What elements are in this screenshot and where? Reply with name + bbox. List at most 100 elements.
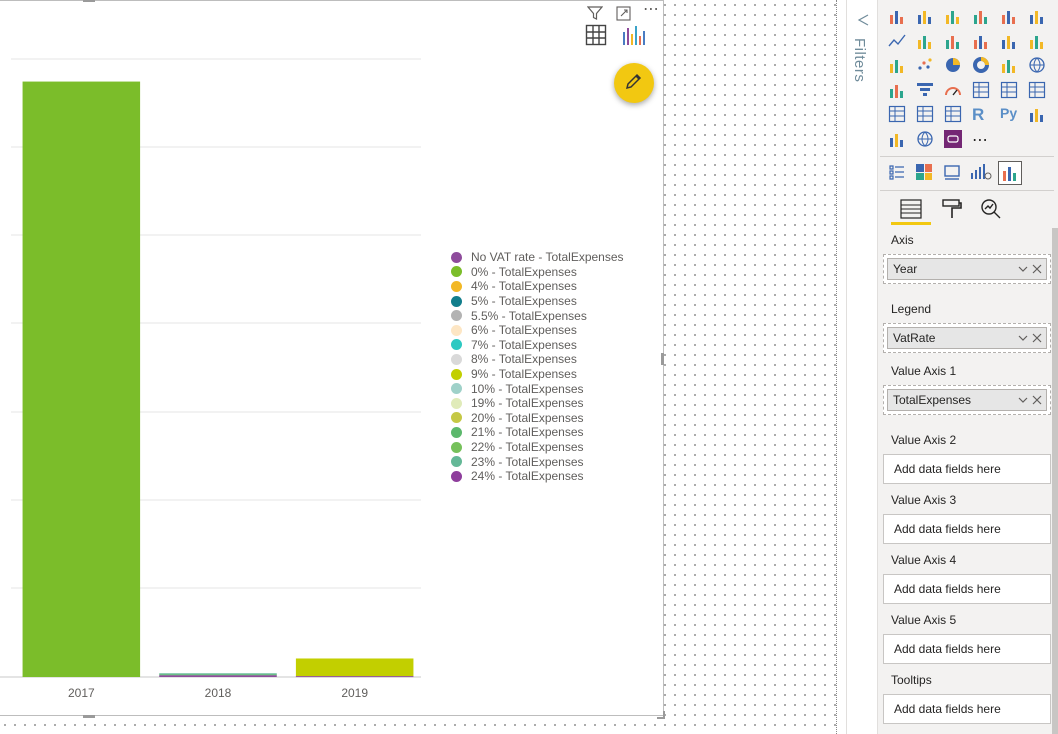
field-pill[interactable]: TotalExpenses: [887, 389, 1047, 411]
line-and-column-chart-icon[interactable]: [972, 32, 990, 50]
legend-item[interactable]: 4% - TotalExpenses: [451, 279, 624, 294]
filter-icon[interactable]: [586, 5, 604, 23]
remove-field-icon[interactable]: [1032, 259, 1042, 285]
pane-scrollbar[interactable]: [1052, 228, 1058, 734]
multi-row-card-icon[interactable]: [1000, 81, 1018, 99]
decomposition-tree-icon[interactable]: [970, 163, 992, 181]
pie-chart-icon[interactable]: [944, 56, 962, 74]
chevron-down-icon[interactable]: [1018, 328, 1028, 356]
more-options-icon[interactable]: ⋯: [643, 2, 659, 18]
bar-segment-2019[interactable]: [295, 658, 414, 677]
field-well[interactable]: Year: [883, 254, 1051, 284]
field-well[interactable]: TotalExpenses: [883, 385, 1051, 415]
analytics-icon[interactable]: [621, 24, 649, 48]
r-script-visual-icon[interactable]: R: [972, 105, 990, 124]
ribbon-chart-icon[interactable]: [1028, 32, 1046, 50]
bar-segment-2018[interactable]: [159, 673, 277, 675]
legend-item[interactable]: 6% - TotalExpenses: [451, 323, 624, 338]
bar-segment-2017[interactable]: [22, 81, 141, 677]
focus-mode-icon[interactable]: [616, 6, 631, 23]
legend-item[interactable]: 19% - TotalExpenses: [451, 396, 624, 411]
stacked-bar-chart-icon[interactable]: [888, 7, 906, 25]
field-well[interactable]: VatRate: [883, 323, 1051, 353]
well-label: Legend: [891, 302, 932, 316]
table-icon[interactable]: [585, 24, 607, 48]
legend-item[interactable]: No VAT rate - TotalExpenses: [451, 250, 624, 265]
slicer-list-icon[interactable]: [888, 163, 906, 181]
field-well[interactable]: Add data fields here: [883, 574, 1051, 604]
resize-handle-top[interactable]: [83, 0, 95, 2]
stacked-area-chart-icon[interactable]: [944, 32, 962, 50]
remove-field-icon[interactable]: [1032, 328, 1042, 354]
donut-chart-icon[interactable]: [972, 56, 990, 74]
clustered-bar-chart-icon[interactable]: [944, 7, 962, 25]
funnel-icon[interactable]: [916, 81, 934, 99]
edit-button[interactable]: [614, 63, 654, 103]
line-and-clustered-column-icon[interactable]: [1000, 32, 1018, 50]
bar-segment-2018[interactable]: [159, 675, 277, 677]
card-icon[interactable]: [972, 81, 990, 99]
arcgis-map-icon[interactable]: [916, 130, 934, 148]
legend-item[interactable]: 20% - TotalExpenses: [451, 411, 624, 426]
filters-pane-label[interactable]: Filters: [851, 38, 868, 82]
table-visual-icon[interactable]: [916, 105, 934, 123]
area-chart-icon[interactable]: [916, 32, 934, 50]
map-icon[interactable]: [1028, 56, 1046, 74]
legend-item[interactable]: 8% - TotalExpenses: [451, 352, 624, 367]
legend-item[interactable]: 0% - TotalExpenses: [451, 265, 624, 280]
qna-icon[interactable]: [888, 130, 906, 148]
x-tick-label: 2019: [341, 686, 368, 700]
chevron-down-icon[interactable]: [1018, 390, 1028, 418]
treemap-icon[interactable]: [915, 163, 933, 181]
field-pill[interactable]: Year: [887, 258, 1047, 280]
100-stacked-column-chart-icon[interactable]: [1028, 7, 1046, 25]
field-pill[interactable]: VatRate: [887, 327, 1047, 349]
legend-item[interactable]: 5.5% - TotalExpenses: [451, 308, 624, 323]
legend-item[interactable]: 23% - TotalExpenses: [451, 454, 624, 469]
filters-pane-collapsed[interactable]: [846, 0, 877, 734]
key-influencers-icon[interactable]: [943, 163, 961, 181]
field-well[interactable]: Add data fields here: [883, 634, 1051, 664]
expand-filters-icon[interactable]: [856, 13, 870, 32]
bar-segment-2019[interactable]: [295, 676, 414, 678]
gauge-icon[interactable]: [944, 81, 962, 99]
field-well[interactable]: Add data fields here: [883, 694, 1051, 724]
clustered-column-chart-icon[interactable]: [972, 7, 990, 25]
well-label: Axis: [891, 233, 914, 247]
chevron-down-icon[interactable]: [1018, 259, 1028, 287]
waterfall-chart-icon[interactable]: [888, 56, 906, 74]
100-stacked-bar-chart-icon[interactable]: [1000, 7, 1018, 25]
field-well[interactable]: Add data fields here: [883, 514, 1051, 544]
chart-visual[interactable]: 2017 2018 2019 ⋯ No VAT rate - TotalExpens…: [0, 0, 665, 719]
bar-segment-2018[interactable]: [159, 674, 277, 676]
stacked-column-chart-icon[interactable]: [916, 7, 934, 25]
resize-handle-right[interactable]: [661, 353, 664, 365]
legend-item[interactable]: 7% - TotalExpenses: [451, 338, 624, 353]
line-chart-icon[interactable]: [888, 32, 906, 50]
legend-item[interactable]: 21% - TotalExpenses: [451, 425, 624, 440]
scatter-chart-icon[interactable]: [916, 56, 934, 74]
matrix-icon[interactable]: [944, 105, 962, 123]
field-well[interactable]: Add data fields here: [883, 454, 1051, 484]
more-visuals-icon[interactable]: ⋯: [972, 130, 990, 149]
selected-custom-visual-icon[interactable]: [998, 161, 1022, 185]
canvas-divider: [836, 0, 837, 734]
legend-item[interactable]: 5% - TotalExpenses: [451, 294, 624, 309]
python-visual-icon[interactable]: Py: [1000, 105, 1018, 123]
legend-item[interactable]: 9% - TotalExpenses: [451, 367, 624, 382]
format-tab-icon[interactable]: [940, 197, 964, 221]
analytics-tab-icon[interactable]: [979, 197, 1003, 221]
slicer-icon[interactable]: [888, 105, 906, 123]
fields-tab-icon[interactable]: [899, 197, 923, 221]
legend-item[interactable]: 24% - TotalExpenses: [451, 469, 624, 484]
power-apps-icon[interactable]: [944, 129, 962, 148]
filled-map-icon[interactable]: [888, 81, 906, 99]
remove-field-icon[interactable]: [1032, 390, 1042, 416]
resize-handle-corner[interactable]: [657, 711, 665, 719]
legend-item[interactable]: 10% - TotalExpenses: [451, 381, 624, 396]
resize-handle-bottom[interactable]: [83, 715, 95, 718]
treemap-visual-icon[interactable]: [1000, 56, 1018, 74]
kpi-icon[interactable]: [1028, 81, 1046, 99]
legend-item[interactable]: 22% - TotalExpenses: [451, 440, 624, 455]
key-influencers-visual-icon[interactable]: [1028, 105, 1046, 123]
